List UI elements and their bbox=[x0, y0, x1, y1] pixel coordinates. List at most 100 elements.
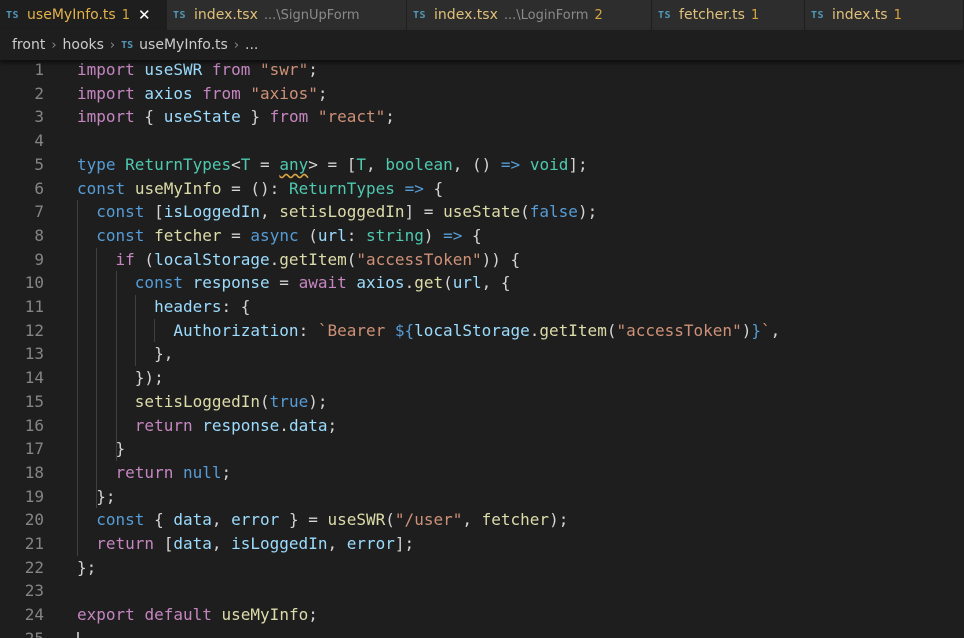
tab-index-ts[interactable]: TS index.ts 1 bbox=[805, 0, 964, 30]
code-line[interactable]: 18 return null; bbox=[0, 461, 964, 485]
code-token: [ bbox=[154, 534, 174, 553]
code-token: getItem bbox=[539, 320, 607, 340]
line-number: 25 bbox=[0, 627, 44, 638]
code-token: . bbox=[269, 249, 280, 269]
code-token: from bbox=[211, 60, 251, 79]
code-line[interactable]: 23 bbox=[0, 579, 964, 603]
code-token: const bbox=[134, 273, 183, 293]
code-token: [ bbox=[144, 202, 164, 222]
code-token: string bbox=[366, 225, 424, 245]
close-icon[interactable]: ✕ bbox=[138, 6, 151, 24]
code-line[interactable]: 21 return [data, isLoggedIn, error]; bbox=[0, 532, 964, 556]
indent-guide bbox=[134, 295, 136, 367]
tab-label: index.tsx bbox=[434, 7, 498, 23]
code-token: T bbox=[240, 154, 251, 174]
code-token: ; bbox=[308, 60, 318, 79]
line-number: 13 bbox=[24, 344, 44, 364]
code-line[interactable]: 10 const response = await axios.get(url,… bbox=[0, 271, 964, 295]
tab-usemyinfo[interactable]: TS useMyInfo.ts 1 ✕ bbox=[0, 0, 167, 30]
tab-loginform-index[interactable]: TS index.tsx ...\LoginForm 2 bbox=[407, 0, 652, 30]
code-token: ( bbox=[385, 510, 395, 530]
code-token: , { bbox=[481, 273, 511, 293]
code-token: : bbox=[298, 320, 318, 340]
code-token: => bbox=[443, 225, 463, 245]
code-line[interactable]: 1 import useSWR from "swr"; bbox=[0, 58, 964, 82]
code-token: ( bbox=[520, 202, 530, 222]
code-line[interactable]: 7 const [isLoggedIn, setisLoggedIn] = us… bbox=[0, 200, 964, 224]
code-text: const { data, error } = useSWR("/user", … bbox=[77, 508, 568, 532]
code-line[interactable]: 17 } bbox=[0, 437, 964, 461]
code-line[interactable]: 12 Authorization: `Bearer ${localStorage… bbox=[0, 319, 964, 343]
code-token: = bbox=[269, 273, 299, 293]
line-number: 14 bbox=[24, 368, 44, 388]
code-line[interactable]: 3 import { useState } from "react"; bbox=[0, 105, 964, 129]
code-token: ${ bbox=[394, 320, 415, 340]
typescript-file-icon: TS bbox=[811, 9, 825, 21]
code-line[interactable]: 13 }, bbox=[0, 342, 964, 366]
code-token: , bbox=[211, 534, 232, 553]
line-number: 12 bbox=[24, 320, 44, 340]
tab-fetcher[interactable]: TS fetcher.ts 1 bbox=[652, 0, 805, 30]
code-line[interactable]: 8 const fetcher = async (url: string) =>… bbox=[0, 224, 964, 248]
code-line[interactable]: 24 export default useMyInfo; bbox=[0, 603, 964, 627]
code-line[interactable]: 16 return response.data; bbox=[0, 414, 964, 438]
code-line[interactable]: 5 type ReturnTypes<T = any> = [T, boolean… bbox=[0, 153, 964, 177]
line-number: 18 bbox=[24, 462, 44, 482]
code-token: }); bbox=[77, 368, 164, 388]
problem-count-badge: 1 bbox=[121, 7, 130, 23]
code-token: fetcher bbox=[481, 510, 550, 530]
code-line[interactable]: 20 const { data, error } = useSWR("/user… bbox=[0, 508, 964, 532]
code-token: , bbox=[327, 534, 347, 553]
code-line[interactable]: 14 }); bbox=[0, 366, 964, 390]
code-line[interactable]: 11 headers: { bbox=[0, 295, 964, 319]
code-token: setisLoggedIn bbox=[279, 202, 405, 222]
code-token: )) { bbox=[481, 249, 521, 269]
code-token: return bbox=[96, 534, 155, 553]
code-token: ; bbox=[308, 605, 318, 625]
code-line[interactable]: 4 bbox=[0, 129, 964, 153]
code-line[interactable]: 9 if (localStorage.getItem("accessToken"… bbox=[0, 248, 964, 272]
code-token: ; bbox=[327, 415, 338, 435]
line-number: 4 bbox=[34, 131, 44, 151]
code-editor[interactable]: 1 import useSWR from "swr"; 2 import axios … bbox=[0, 58, 964, 638]
code-token: from bbox=[202, 83, 241, 103]
code-text: if (localStorage.getItem("accessToken"))… bbox=[77, 248, 521, 272]
tab-label: useMyInfo.ts bbox=[27, 7, 116, 23]
code-token: ); bbox=[308, 391, 328, 411]
code-line[interactable]: 2 import axios from "axios"; bbox=[0, 82, 964, 106]
code-line[interactable]: 25 bbox=[0, 627, 964, 638]
code-line[interactable]: 15 setisLoggedIn(true); bbox=[0, 390, 964, 414]
problem-count-badge: 1 bbox=[893, 7, 902, 23]
breadcrumb-item-file[interactable]: useMyInfo.ts bbox=[139, 37, 228, 53]
code-text: const fetcher = async (url: string) => { bbox=[77, 224, 481, 248]
code-token: url bbox=[317, 225, 347, 245]
breadcrumb-item-front[interactable]: front bbox=[12, 37, 45, 53]
code-token: . bbox=[404, 273, 415, 293]
code-token: "accessToken" bbox=[616, 320, 742, 340]
code-token: setisLoggedIn bbox=[134, 391, 261, 411]
code-line[interactable]: 22}; bbox=[0, 556, 964, 580]
code-token: data bbox=[173, 534, 212, 553]
code-line[interactable]: 19 }; bbox=[0, 485, 964, 509]
code-text: Authorization: `Bearer ${localStorage.ge… bbox=[77, 319, 780, 343]
code-line[interactable]: 6 const useMyInfo = (): ReturnTypes => { bbox=[0, 177, 964, 201]
code-token: : { bbox=[221, 297, 251, 316]
code-token: getItem bbox=[279, 249, 347, 269]
code-token: localStorage bbox=[154, 249, 270, 269]
code-token: void bbox=[529, 154, 569, 174]
code-token: ( bbox=[346, 249, 357, 269]
code-token: } bbox=[77, 439, 126, 459]
breadcrumb-item-hooks[interactable]: hooks bbox=[63, 37, 104, 53]
tab-signupform-index[interactable]: TS index.tsx ...\SignUpForm bbox=[167, 0, 407, 30]
code-token: ]; bbox=[394, 534, 415, 553]
breadcrumb-more[interactable]: ... bbox=[245, 37, 258, 53]
indent-guide bbox=[154, 318, 156, 343]
code-token: ` bbox=[760, 320, 771, 340]
